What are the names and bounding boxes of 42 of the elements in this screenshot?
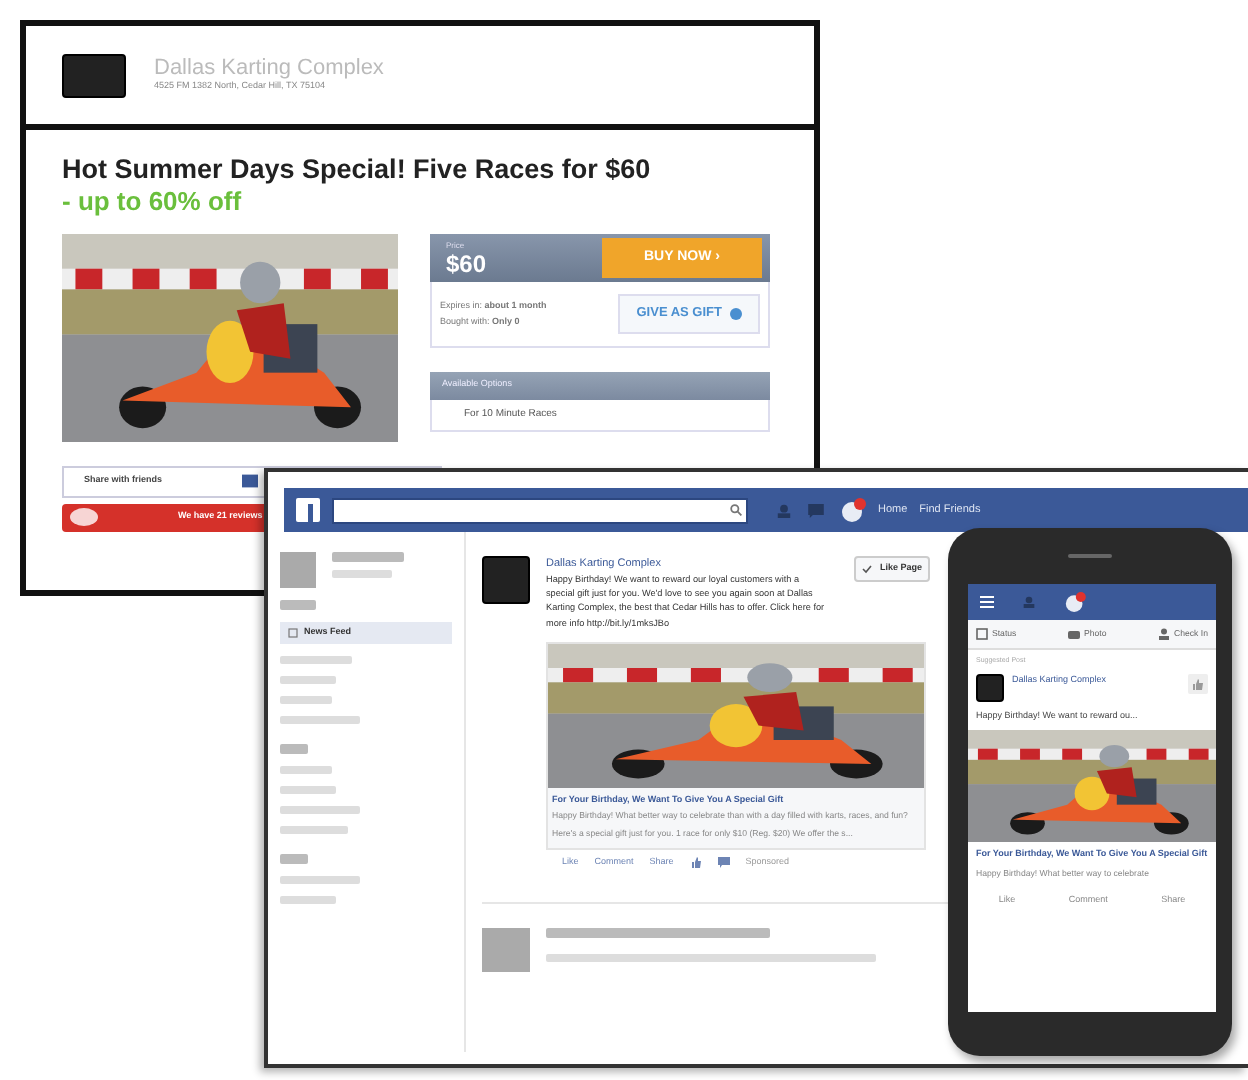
placeholder-bar <box>280 895 336 904</box>
placeholder-bar <box>280 853 308 864</box>
page-logo-icon <box>482 556 530 604</box>
placeholder-bar <box>280 655 352 664</box>
status-icon <box>976 628 988 641</box>
placeholder-bar <box>280 825 348 834</box>
post-placeholder <box>482 927 530 971</box>
placeholder-bar <box>280 695 332 704</box>
gift-icon <box>730 307 742 320</box>
search-icon <box>730 504 742 516</box>
camera-icon <box>1067 628 1080 641</box>
placeholder-bar <box>280 675 336 684</box>
placeholder-bar <box>280 743 308 754</box>
menu-icon <box>980 596 994 608</box>
messages-icon <box>808 503 824 517</box>
person-icon <box>1158 628 1171 641</box>
feed-icon <box>288 627 298 638</box>
discount-text: - up to 60% off <box>62 186 244 218</box>
placeholder-bar <box>280 875 360 884</box>
placeholder-bar <box>280 765 332 774</box>
facebook-icon <box>242 474 259 489</box>
placeholder-bar <box>280 600 316 610</box>
thumbs-up-icon <box>689 856 702 869</box>
placeholder-bar <box>280 785 336 794</box>
like-icon <box>1188 673 1208 694</box>
profile-placeholder <box>280 552 316 588</box>
deal-headline: Hot Summer Days Special! Five Races for $60 <box>62 154 653 187</box>
placeholder-bar <box>280 805 360 814</box>
check-icon <box>862 564 872 574</box>
placeholder-bar <box>332 552 404 562</box>
business-name: Dallas Karting Complex <box>154 56 384 81</box>
friends-icon <box>1022 596 1036 608</box>
link-card[interactable] <box>546 641 926 850</box>
placeholder-bar <box>280 715 360 724</box>
page-logo-icon <box>976 673 1004 702</box>
price: $60 <box>446 251 487 276</box>
logo-icon <box>62 53 126 97</box>
comment-icon <box>717 856 730 869</box>
friends-icon <box>776 503 792 517</box>
facebook-logo-icon <box>296 498 320 522</box>
placeholder-bar <box>332 570 392 578</box>
search-field[interactable] <box>332 497 748 523</box>
